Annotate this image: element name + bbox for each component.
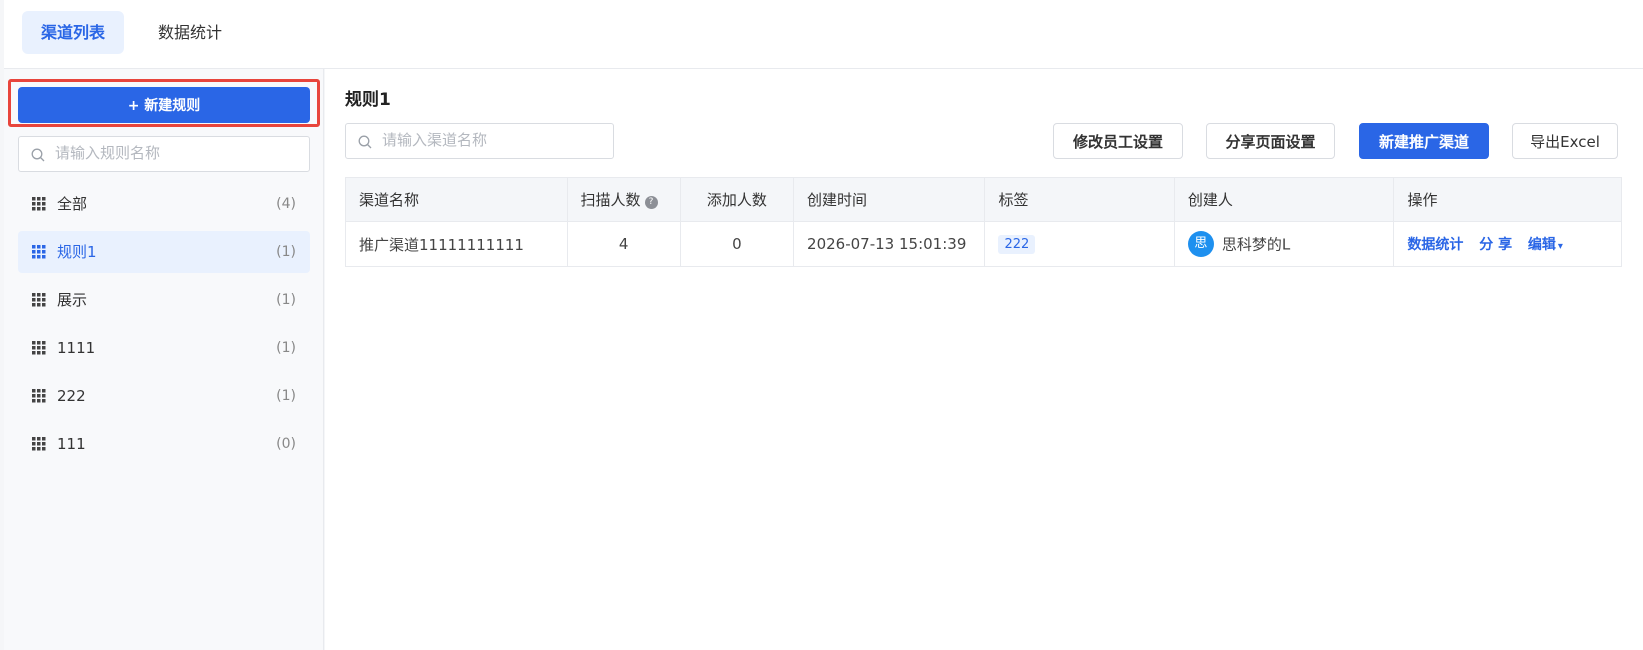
caret-down-icon: ▾ [1557,241,1563,252]
column-header-scans-label: 扫描人数 [580,191,641,209]
channel-table: 渠道名称 扫描人数? 添加人数 创建时间 标签 创建人 操作 推广渠道11111… [345,177,1622,267]
rule-item-1111[interactable]: 1111 (1) [18,327,310,369]
new-rule-button[interactable]: + 新建规则 [18,87,310,123]
creator-name: 思科梦的L [1221,235,1291,254]
page-title: 规则1 [345,90,391,110]
rule-item-rule1[interactable]: 规则1 (1) [18,231,310,273]
rule-item-count: (1) [276,292,296,308]
rule-item-count: (1) [276,340,296,356]
grid-icon [32,245,46,259]
grid-icon [32,293,46,307]
column-header-tags: 标签 [984,177,1175,222]
cell-tags: 222 [984,221,1175,267]
column-header-scans: 扫描人数? [567,177,681,222]
rule-item-all[interactable]: 全部 (4) [18,183,310,225]
share-link[interactable]: 分 享 [1479,237,1512,253]
rule-item-111[interactable]: 111 (0) [18,423,310,465]
tab-data-statistics[interactable]: 数据统计 [139,11,241,54]
column-header-creator: 创建人 [1174,177,1395,222]
rule-list: 全部 (4) 规则1 (1) 展示 (1) 1111 (1) 222 (1) 1… [18,183,310,471]
table-row: 推广渠道11111111111 4 0 2026-07-13 15:01:39 … [345,221,1622,267]
rule-item-222[interactable]: 222 (1) [18,375,310,417]
column-header-name: 渠道名称 [345,177,568,222]
grid-icon [32,389,46,403]
rule-item-label: 111 [57,435,86,453]
rule-item-label: 222 [57,387,86,405]
stats-link[interactable]: 数据统计 [1407,237,1463,253]
column-header-created: 创建时间 [793,177,986,222]
column-header-adds: 添加人数 [680,177,795,222]
rule-item-label: 展示 [57,291,88,309]
staff-settings-button[interactable]: 修改员工设置 [1053,123,1183,159]
new-channel-button[interactable]: 新建推广渠道 [1359,123,1489,159]
search-icon [31,148,45,162]
tab-channel-list[interactable]: 渠道列表 [22,11,125,54]
cell-actions: 数据统计 分 享 编辑 ▾ [1393,221,1622,267]
tag-badge: 222 [998,235,1036,254]
channel-search-box [345,123,622,159]
main-panel: 规则1 修改员工设置 分享页面设置 新建推广渠道 导出Excel 渠道名称 扫描… [325,69,1643,650]
rule-item-display[interactable]: 展示 (1) [18,279,310,321]
cell-channel-name: 推广渠道11111111111 [345,221,568,267]
cell-adds: 0 [680,221,795,267]
top-tab-bar: 渠道列表 数据统计 [4,0,1643,69]
rule-sidebar: + 新建规则 全部 (4) 规则1 (1) 展示 (1) 1111 (1) [4,69,324,650]
table-header-row: 渠道名称 扫描人数? 添加人数 创建时间 标签 创建人 操作 [345,177,1622,222]
search-icon [358,135,372,149]
rule-item-count: (4) [276,196,296,212]
avatar: 思 [1187,231,1214,257]
column-header-actions: 操作 [1393,177,1622,222]
rule-item-count: (0) [276,436,296,452]
cell-creator: 思思科梦的L [1174,221,1395,267]
help-icon[interactable]: ? [644,196,658,209]
share-settings-button[interactable]: 分享页面设置 [1206,123,1335,159]
cell-scans: 4 [567,221,681,267]
rule-item-label: 全部 [57,195,88,213]
export-excel-button[interactable]: 导出Excel [1512,123,1618,159]
channel-search-input[interactable] [382,131,622,149]
edit-dropdown[interactable]: 编辑 ▾ [1528,237,1563,253]
cell-created-time: 2026-07-13 15:01:39 [793,221,986,267]
rule-item-label: 1111 [57,339,96,357]
rule-search-input[interactable] [55,144,295,162]
grid-icon [32,341,46,355]
grid-icon [32,437,46,451]
rule-search-box [18,136,310,172]
edit-label: 编辑 [1527,237,1556,253]
grid-icon [32,197,46,211]
rule-item-count: (1) [276,244,296,260]
rule-item-count: (1) [276,388,296,404]
rule-item-label: 规则1 [57,243,97,261]
